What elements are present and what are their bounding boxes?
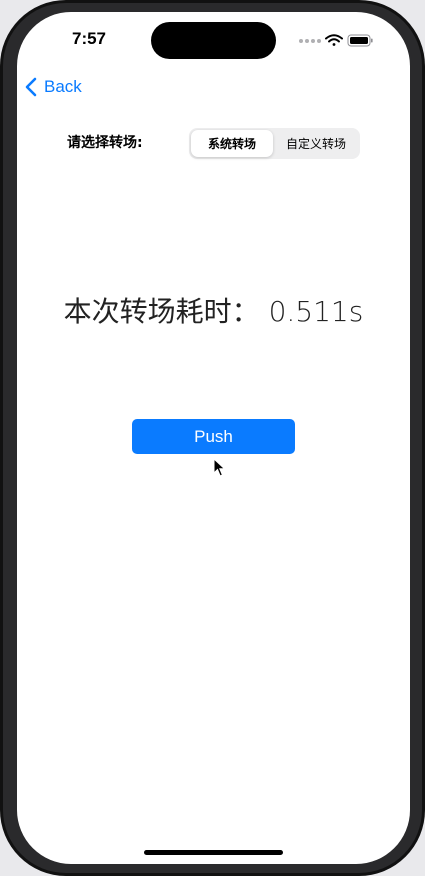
segment-system-transition[interactable]: 系统转场 <box>191 130 273 157</box>
transition-picker-label: 请选择转场: <box>67 135 143 151</box>
mouse-pointer-icon <box>213 458 226 477</box>
home-indicator[interactable] <box>144 850 283 855</box>
back-button[interactable]: Back <box>25 74 82 100</box>
battery-icon <box>347 34 373 47</box>
wifi-icon <box>325 34 343 46</box>
transition-segmented-control: 系统转场 自定义转场 <box>189 128 360 159</box>
status-time: 7:57 <box>71 29 107 48</box>
device-frame: 7:57 Back 请选择转场: 系统转场 自定义转场 本次转场耗时： 0.51… <box>0 0 425 876</box>
status-icons <box>297 32 377 48</box>
chevron-left-icon <box>25 77 37 97</box>
screen: 7:57 Back 请选择转场: 系统转场 自定义转场 本次转场耗时： 0.51… <box>17 12 410 864</box>
push-button[interactable]: Push <box>132 419 295 454</box>
back-label: Back <box>44 77 82 96</box>
segment-custom-transition[interactable]: 自定义转场 <box>275 130 357 157</box>
transition-duration-text: 本次转场耗时： 0.511s <box>63 295 364 328</box>
signal-dots-icon <box>299 39 321 43</box>
dynamic-island <box>151 22 276 59</box>
